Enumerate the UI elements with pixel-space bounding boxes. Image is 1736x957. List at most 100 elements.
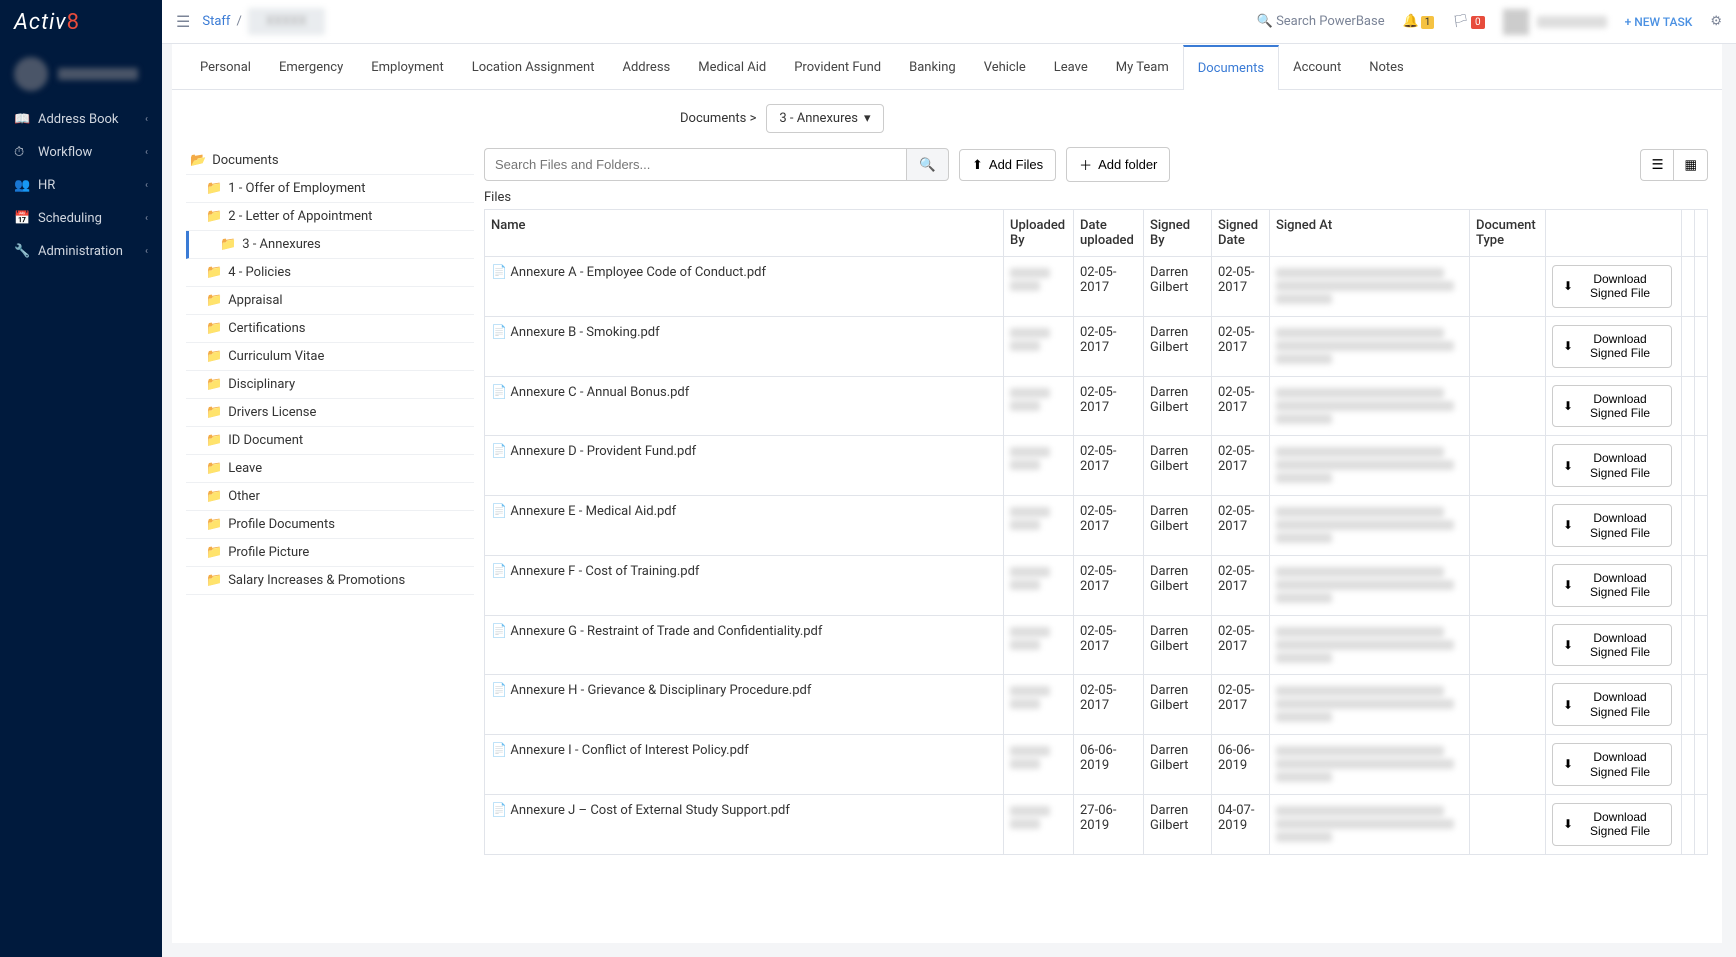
sidebar-item-address-book[interactable]: 📖Address Book‹: [0, 103, 162, 136]
cell-signed-date: 02-05-2017: [1212, 257, 1270, 317]
tab-banking[interactable]: Banking: [895, 44, 970, 89]
new-task-button[interactable]: + NEW TASK: [1625, 15, 1693, 29]
column-header[interactable]: Uploaded By: [1004, 210, 1074, 257]
download-signed-button[interactable]: ⬇Download Signed File: [1552, 444, 1672, 487]
cell-name[interactable]: 📄 Annexure G - Restraint of Trade and Co…: [485, 615, 1004, 675]
tab-provident-fund[interactable]: Provident Fund: [780, 44, 895, 89]
tree-item[interactable]: 📁Certifications: [186, 315, 474, 343]
settings-icon[interactable]: ⚙: [1710, 14, 1722, 29]
breadcrumb: Staff / XXXXX: [202, 8, 324, 35]
download-signed-button[interactable]: ⬇Download Signed File: [1552, 265, 1672, 308]
search-button[interactable]: 🔍: [906, 148, 949, 181]
cell-name[interactable]: 📄 Annexure C - Annual Bonus.pdf: [485, 376, 1004, 436]
download-icon: ⬇: [1563, 638, 1573, 652]
tab-address[interactable]: Address: [609, 44, 685, 89]
column-header[interactable]: [1695, 210, 1708, 257]
tree-item[interactable]: 📁1 - Offer of Employment: [186, 175, 474, 203]
doc-breadcrumb-root[interactable]: Documents >: [680, 111, 756, 126]
download-signed-button[interactable]: ⬇Download Signed File: [1552, 504, 1672, 547]
tree-item[interactable]: 📁Salary Increases & Promotions: [186, 567, 474, 595]
cell-name[interactable]: 📄 Annexure D - Provident Fund.pdf: [485, 436, 1004, 496]
column-header[interactable]: Name: [485, 210, 1004, 257]
tab-personal[interactable]: Personal: [186, 44, 265, 89]
tree-item[interactable]: 📁Appraisal: [186, 287, 474, 315]
download-signed-button[interactable]: ⬇Download Signed File: [1552, 564, 1672, 607]
search-input[interactable]: [484, 148, 906, 181]
cell-signed-at: [1270, 436, 1470, 496]
cell-doc-type: [1470, 555, 1546, 615]
cell-signed-by: Darren Gilbert: [1144, 795, 1212, 855]
sidebar-user[interactable]: [0, 45, 162, 103]
notifications-bell[interactable]: 🔔1: [1403, 14, 1435, 29]
menu-toggle-icon[interactable]: ☰: [176, 12, 190, 31]
table-row: 📄 Annexure B - Smoking.pdf02-05-2017Darr…: [485, 316, 1708, 376]
topbar: ☰ Staff / XXXXX 🔍 Search PowerBase 🔔1 🏳0…: [162, 0, 1736, 44]
cell-uploaded-by: [1004, 316, 1074, 376]
tab-location-assignment[interactable]: Location Assignment: [458, 44, 609, 89]
cell-name[interactable]: 📄 Annexure H - Grievance & Disciplinary …: [485, 675, 1004, 735]
table-row: 📄 Annexure A - Employee Code of Conduct.…: [485, 257, 1708, 317]
topbar-user[interactable]: [1503, 9, 1607, 35]
tab-documents[interactable]: Documents: [1183, 45, 1279, 90]
tree-item[interactable]: 📁2 - Letter of Appointment: [186, 203, 474, 231]
tree-item[interactable]: 📁Profile Picture: [186, 539, 474, 567]
add-files-button[interactable]: ⬆Add Files: [959, 149, 1056, 181]
tab-employment[interactable]: Employment: [357, 44, 457, 89]
column-header[interactable]: Signed At: [1270, 210, 1470, 257]
view-grid-button[interactable]: ▦: [1673, 149, 1708, 181]
sidebar-item-administration[interactable]: 🔧Administration‹: [0, 235, 162, 268]
add-folder-button[interactable]: ＋Add folder: [1066, 147, 1170, 182]
cell-name[interactable]: 📄 Annexure A - Employee Code of Conduct.…: [485, 257, 1004, 317]
tree-item[interactable]: 📁Drivers License: [186, 399, 474, 427]
column-header[interactable]: [1682, 210, 1695, 257]
cell-name[interactable]: 📄 Annexure J – Cost of External Study Su…: [485, 795, 1004, 855]
folder-dropdown[interactable]: 3 - Annexures ▾: [766, 104, 883, 133]
tree-item[interactable]: 📁ID Document: [186, 427, 474, 455]
tree-item[interactable]: 📁Profile Documents: [186, 511, 474, 539]
sidebar-item-hr[interactable]: 👥HR‹: [0, 169, 162, 202]
tree-item[interactable]: 📁Curriculum Vitae: [186, 343, 474, 371]
tab-leave[interactable]: Leave: [1040, 44, 1102, 89]
flags-icon[interactable]: 🏳0: [1452, 14, 1484, 29]
cell-name[interactable]: 📄 Annexure I - Conflict of Interest Poli…: [485, 735, 1004, 795]
chevron-left-icon: ‹: [145, 147, 148, 158]
cell-uploaded-by: [1004, 615, 1074, 675]
tree-item[interactable]: 📁Leave: [186, 455, 474, 483]
global-search[interactable]: 🔍 Search PowerBase: [1257, 14, 1385, 29]
chevron-left-icon: ‹: [145, 180, 148, 191]
tab-vehicle[interactable]: Vehicle: [970, 44, 1040, 89]
download-signed-button[interactable]: ⬇Download Signed File: [1552, 624, 1672, 667]
column-header[interactable]: Date uploaded: [1074, 210, 1144, 257]
column-header[interactable]: Document Type: [1470, 210, 1546, 257]
cell-pad: [1682, 675, 1695, 735]
breadcrumb-root[interactable]: Staff: [202, 14, 230, 29]
tab-notes[interactable]: Notes: [1355, 44, 1418, 89]
tab-emergency[interactable]: Emergency: [265, 44, 357, 89]
tab-account[interactable]: Account: [1279, 44, 1355, 89]
tab-my-team[interactable]: My Team: [1102, 44, 1183, 89]
nav-label: Workflow: [38, 145, 92, 160]
download-signed-button[interactable]: ⬇Download Signed File: [1552, 743, 1672, 786]
download-signed-button[interactable]: ⬇Download Signed File: [1552, 385, 1672, 428]
tree-item[interactable]: 📁Other: [186, 483, 474, 511]
cell-signed-at: [1270, 555, 1470, 615]
download-signed-button[interactable]: ⬇Download Signed File: [1552, 325, 1672, 368]
tree-item[interactable]: 📁Disciplinary: [186, 371, 474, 399]
view-list-button[interactable]: ☰: [1640, 149, 1673, 181]
cell-name[interactable]: 📄 Annexure F - Cost of Training.pdf: [485, 555, 1004, 615]
tree-item[interactable]: 📁4 - Policies: [186, 259, 474, 287]
cell-name[interactable]: 📄 Annexure B - Smoking.pdf: [485, 316, 1004, 376]
download-signed-button[interactable]: ⬇Download Signed File: [1552, 683, 1672, 726]
cell-name[interactable]: 📄 Annexure E - Medical Aid.pdf: [485, 496, 1004, 556]
cell-signed-by: Darren Gilbert: [1144, 376, 1212, 436]
tree-item[interactable]: 📁3 - Annexures: [186, 231, 474, 259]
column-header[interactable]: [1546, 210, 1682, 257]
sidebar-item-scheduling[interactable]: 📅Scheduling‹: [0, 202, 162, 235]
download-signed-button[interactable]: ⬇Download Signed File: [1552, 803, 1672, 846]
sidebar-item-workflow[interactable]: ⏱Workflow‹: [0, 136, 162, 169]
cell-uploaded-by: [1004, 555, 1074, 615]
column-header[interactable]: Signed Date: [1212, 210, 1270, 257]
tree-root-item[interactable]: 📂 Documents: [186, 147, 474, 175]
tab-medical-aid[interactable]: Medical Aid: [684, 44, 780, 89]
column-header[interactable]: Signed By: [1144, 210, 1212, 257]
